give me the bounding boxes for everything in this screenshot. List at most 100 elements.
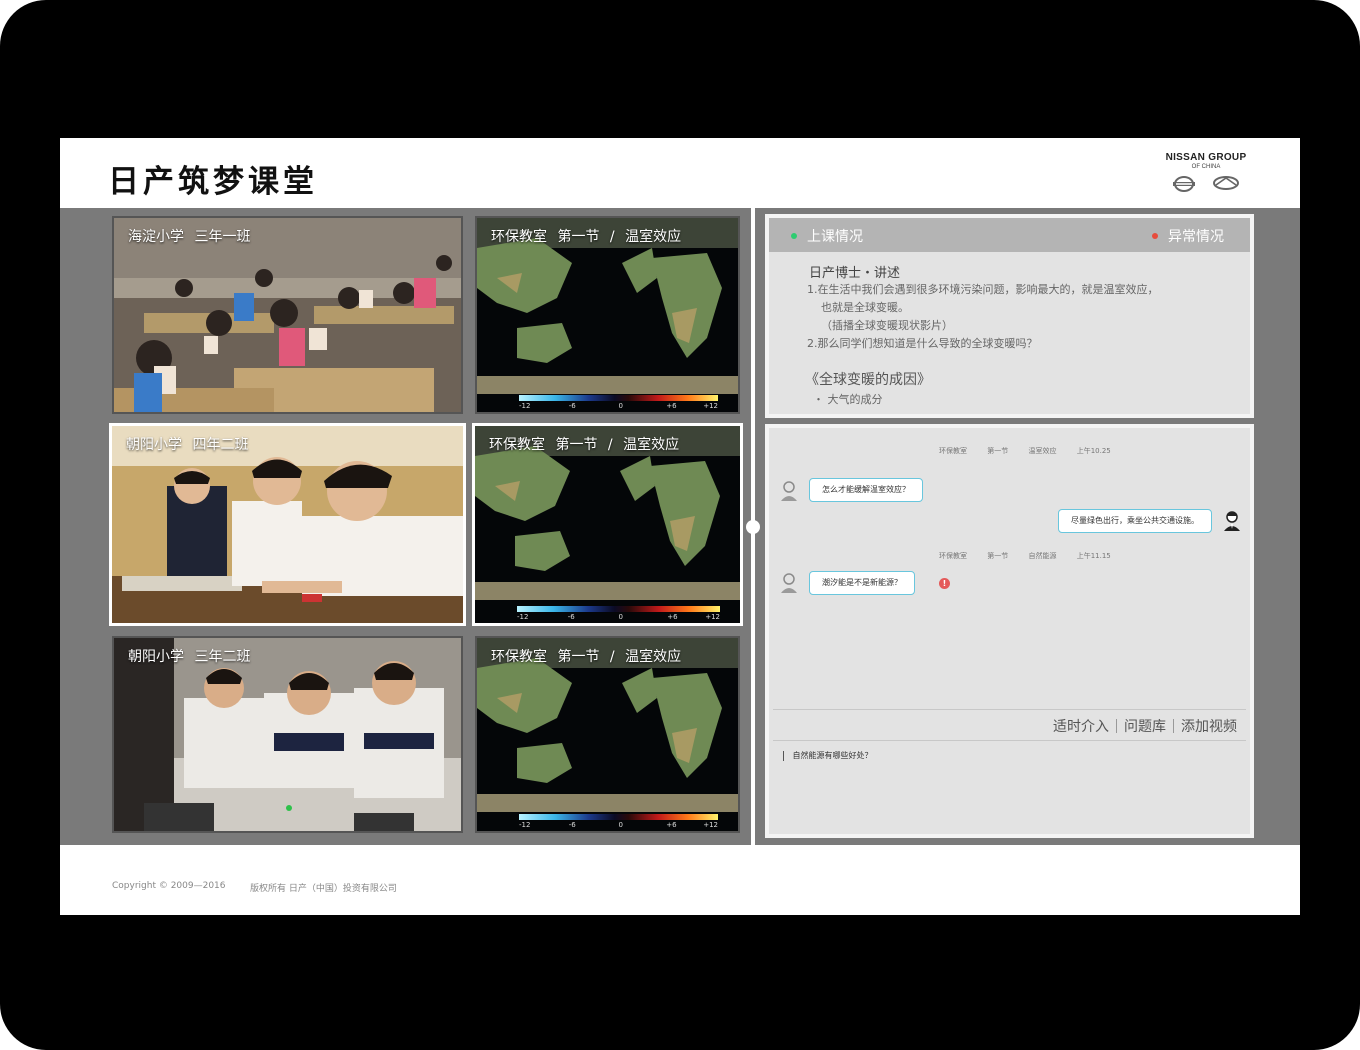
lesson-topic: 温室效应 — [625, 649, 682, 665]
lesson-line: 2.那么同学们想知道是什么导致的全球变暖吗？ — [807, 337, 1038, 350]
class-name: 四年二班 — [192, 437, 249, 453]
infiniti-logo-icon — [1213, 176, 1239, 190]
student-avatar-icon — [781, 481, 797, 501]
lesson-label: 环保教室 第一节 / 温室效应 — [491, 226, 681, 246]
tab-alert-label: 异常情况 — [1168, 229, 1224, 245]
scale-tick: -12 — [517, 613, 529, 621]
text-caret — [783, 750, 784, 761]
question-bank-button[interactable]: 问题库 — [1117, 716, 1173, 736]
teacher-reply: 尽量绿色出行，乘坐公共交通设施。 — [1058, 509, 1212, 533]
chat-input-value: 自然能源有哪些好处？ — [792, 751, 873, 760]
dashboard-main: 海淀小学 三年一班 朝阳小学 四年二班 朝阳小学 三年二班 -12 -6 0 +… — [60, 208, 1300, 845]
scale-tick: +6 — [667, 613, 678, 621]
chat-toolbar: 适时介入 问题库 添加视频 — [773, 709, 1246, 741]
lesson-label: 环保教室 第一节 / 温室效应 — [489, 434, 679, 454]
color-scale-bar — [519, 395, 718, 401]
lesson-topic: 温室效应 — [625, 229, 682, 245]
scale-tick: +12 — [703, 821, 718, 829]
alert-icon[interactable]: ! — [939, 578, 950, 589]
scale-tick: -6 — [568, 821, 576, 829]
color-scale-bar — [517, 606, 720, 612]
scale-tick: -6 — [567, 613, 575, 621]
lesson-subtitle: 《全球变暖的成因》 — [805, 372, 931, 388]
nissan-logo-icon — [1173, 176, 1195, 192]
lesson-section: 第一节 — [557, 649, 600, 665]
tab-class-label: 上课情况 — [807, 229, 863, 245]
lesson-room: 环保教室 — [491, 229, 547, 245]
world-temperature-map: -12 -6 0 +6 +12 — [475, 426, 740, 623]
tablet-frame: 日产筑梦课堂 NISSAN GROUP OF CHINA 海淀小学 三年一班 朝… — [0, 0, 1360, 1050]
scale-tick: 0 — [618, 613, 623, 621]
world-temperature-map: -12 -6 0 +6 +12 — [477, 638, 738, 831]
scale-tick: -6 — [568, 402, 576, 410]
page-title: 日产筑梦课堂 — [108, 164, 318, 200]
copyright-text: Copyright © 2009—2016 — [112, 881, 226, 891]
scale-tick: -12 — [519, 402, 531, 410]
lesson-line: 也就是全球变暖。 — [821, 301, 909, 314]
alert-dot-icon — [1152, 233, 1158, 239]
status-dot-icon — [791, 233, 797, 239]
lesson-content-tile[interactable]: -12 -6 0 +6 +12 环保教室 第一节 / 温室效应 — [475, 636, 740, 833]
school-name: 朝阳小学 — [126, 437, 182, 453]
student-avatar-icon — [781, 573, 797, 593]
header: 日产筑梦课堂 NISSAN GROUP OF CHINA — [60, 138, 1300, 208]
lesson-section: 第一节 — [557, 229, 600, 245]
lesson-line: 1.在生活中我们会遇到很多环境污染问题，影响最大的，就是温室效应， — [807, 283, 1159, 296]
classroom-label: 海淀小学 三年一班 — [128, 226, 250, 246]
divider-drag-handle[interactable] — [746, 520, 760, 534]
lesson-speaker: 日产博士・讲述 — [809, 266, 901, 281]
color-scale-ticks: -12 -6 0 +6 +12 — [519, 402, 718, 411]
meta-time: 上午11.15 — [1076, 552, 1111, 560]
meta-section: 第一节 — [987, 447, 1009, 455]
tab-class-status[interactable]: 上课情况 — [791, 226, 863, 246]
classroom-photo — [114, 638, 461, 831]
status-tabs: 上课情况 异常情况 — [769, 218, 1250, 252]
classroom-photo — [112, 426, 463, 623]
meta-room: 环保教室 — [939, 447, 967, 455]
meta-time: 上午10.25 — [1076, 447, 1111, 455]
app-screen: 日产筑梦课堂 NISSAN GROUP OF CHINA 海淀小学 三年一班 朝… — [60, 138, 1300, 915]
label-separator: / — [607, 437, 613, 453]
chat-meta: 环保教室 第一节 温室效应 上午10.25 — [939, 446, 1129, 456]
chat-input[interactable]: 自然能源有哪些好处？ — [783, 750, 873, 761]
classroom-feed-tile[interactable]: 海淀小学 三年一班 — [112, 216, 463, 414]
lesson-line: （插播全球变暖现状影片） — [821, 319, 953, 332]
lesson-label: 环保教室 第一节 / 温室效应 — [491, 646, 681, 666]
meta-topic: 自然能源 — [1028, 552, 1057, 560]
classroom-feed-tile[interactable]: 朝阳小学 三年二班 — [112, 636, 463, 833]
nissan-group-logo: NISSAN GROUP OF CHINA — [1164, 152, 1248, 192]
classroom-feed-tile[interactable]: 朝阳小学 四年二班 — [109, 423, 466, 626]
chat-panel: 环保教室 第一节 温室效应 上午10.25 怎么才能缓解温室效应？ 尽量绿色出行… — [765, 424, 1254, 838]
classroom-label: 朝阳小学 四年二班 — [126, 434, 248, 454]
class-name: 三年一班 — [194, 229, 251, 245]
classroom-photo — [114, 218, 461, 412]
logo-line1: NISSAN GROUP — [1165, 152, 1247, 163]
scale-tick: -12 — [519, 821, 531, 829]
school-name: 朝阳小学 — [128, 649, 184, 665]
tab-alert-status[interactable]: 异常情况 — [1152, 226, 1224, 246]
student-message: 怎么才能缓解温室效应？ — [809, 478, 923, 502]
student-message: 潮汐能是不是新能源？ — [809, 571, 915, 595]
lesson-room: 环保教室 — [489, 437, 545, 453]
scale-tick: 0 — [618, 821, 623, 829]
label-separator: / — [609, 229, 615, 245]
color-scale-bar — [519, 814, 718, 820]
lesson-content-tile[interactable]: -12 -6 0 +6 +12 环保教室 第一节 / 温室效应 — [475, 216, 740, 414]
classroom-label: 朝阳小学 三年二班 — [128, 646, 250, 666]
color-scale-ticks: -12 -6 0 +6 +12 — [517, 613, 720, 622]
school-name: 海淀小学 — [128, 229, 184, 245]
lesson-room: 环保教室 — [491, 649, 547, 665]
lesson-script: 日产博士・讲述 1.在生活中我们会遇到很多环境污染问题，影响最大的，就是温室效应… — [805, 262, 1249, 407]
lesson-content-tile[interactable]: -12 -6 0 +6 +12 环保教室 第一节 / 温室效应 — [472, 423, 743, 626]
logo-line2: OF CHINA — [1191, 164, 1221, 170]
intervene-button[interactable]: 适时介入 — [1046, 716, 1116, 736]
scale-tick: +6 — [666, 821, 677, 829]
chat-meta: 环保教室 第一节 自然能源 上午11.15 — [939, 551, 1129, 561]
scale-tick: +6 — [666, 402, 677, 410]
footer: Copyright © 2009—2016 版权所有 日产（中国）投资有限公司 — [60, 845, 1300, 915]
add-video-button[interactable]: 添加视频 — [1174, 716, 1244, 736]
meta-topic: 温室效应 — [1028, 447, 1057, 455]
teacher-avatar-icon — [1224, 511, 1240, 531]
color-scale-ticks: -12 -6 0 +6 +12 — [519, 821, 718, 830]
scale-tick: 0 — [618, 402, 623, 410]
